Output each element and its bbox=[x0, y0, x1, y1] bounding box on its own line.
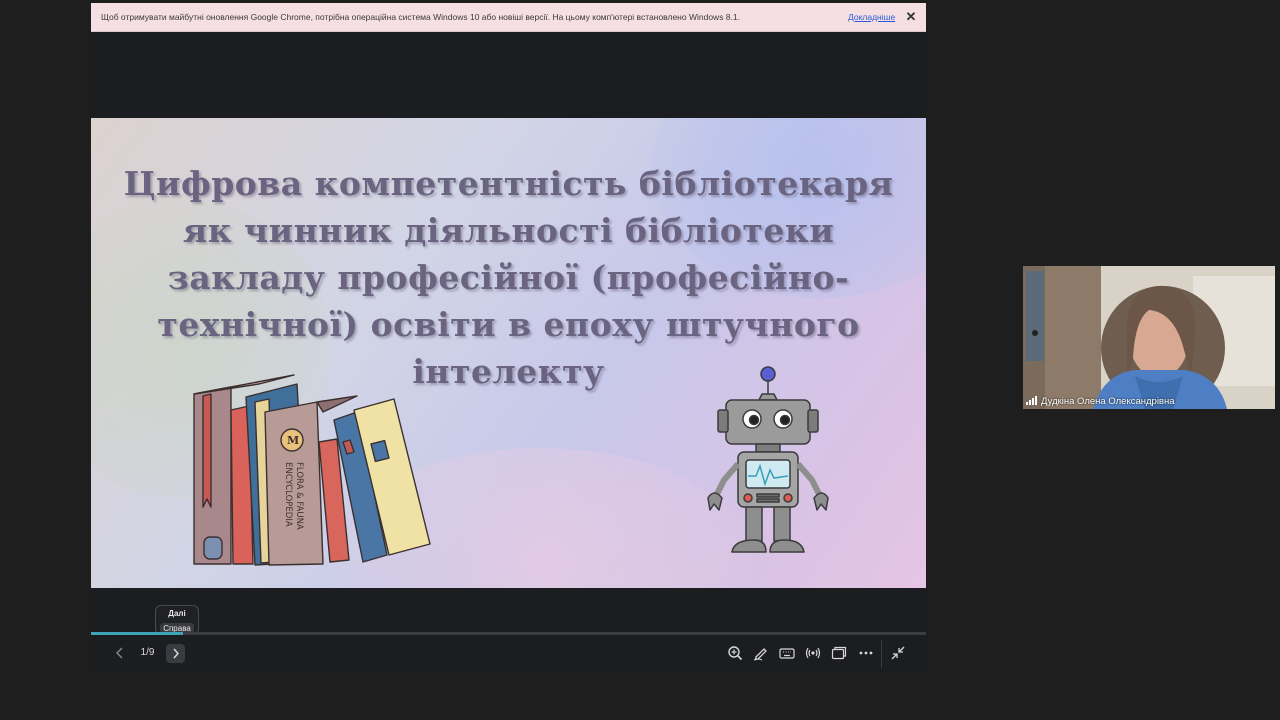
window-icon[interactable] bbox=[831, 645, 847, 661]
robot-illustration bbox=[707, 366, 829, 553]
participant-name: Дудкіна Олена Олександрівна bbox=[1041, 396, 1175, 407]
learn-more-link[interactable]: Докладніше bbox=[848, 12, 895, 22]
slide-title-line: як чинник діяльності бібліотеки bbox=[182, 211, 835, 250]
slide-title-line: технічної) освіти в епоху штучного bbox=[157, 305, 860, 344]
collapse-icon[interactable] bbox=[890, 645, 906, 661]
tooltip-title: Далі bbox=[168, 609, 186, 618]
video-frame bbox=[1023, 266, 1275, 409]
books-illustration: FLORA & FAUNA ENCYCLOPEDIA M bbox=[193, 374, 431, 566]
previous-slide-icon[interactable] bbox=[112, 645, 128, 661]
infobar-message: Щоб отримувати майбутні оновлення Google… bbox=[101, 12, 740, 22]
pen-icon[interactable] bbox=[753, 645, 769, 661]
slide-progress-fill bbox=[91, 632, 183, 635]
chrome-update-infobar: Щоб отримувати майбутні оновлення Google… bbox=[91, 3, 926, 32]
toolbar-divider bbox=[881, 640, 882, 668]
broadcast-icon[interactable] bbox=[805, 645, 821, 661]
encyclopedia-spine-text: FLORA & FAUNA bbox=[294, 462, 304, 530]
book-emblem: M bbox=[287, 434, 299, 447]
signal-strength-icon bbox=[1026, 396, 1037, 405]
participant-video[interactable]: Дудкіна Олена Олександрівна bbox=[1023, 266, 1275, 409]
encyclopedia-spine-text: ENCYCLOPEDIA bbox=[283, 462, 293, 527]
slide-title: Цифрова компетентність бібліотекаря як ч… bbox=[111, 160, 906, 395]
more-icon[interactable] bbox=[858, 645, 874, 661]
slide-title-line: Цифрова компетентність бібліотекаря bbox=[123, 164, 894, 203]
next-slide-icon[interactable] bbox=[166, 644, 185, 663]
zoom-in-icon[interactable] bbox=[727, 645, 743, 661]
slide-progress-bar[interactable] bbox=[91, 632, 926, 635]
close-icon[interactable]: ✕ bbox=[903, 9, 919, 25]
slide: Цифрова компетентність бібліотекаря як ч… bbox=[91, 118, 926, 588]
keyboard-icon[interactable] bbox=[779, 645, 795, 661]
slide-title-line: закладу професійної (професійно- bbox=[167, 258, 850, 297]
page-indicator: 1/9 bbox=[140, 647, 155, 658]
next-tooltip: Далі Справа bbox=[155, 605, 199, 635]
